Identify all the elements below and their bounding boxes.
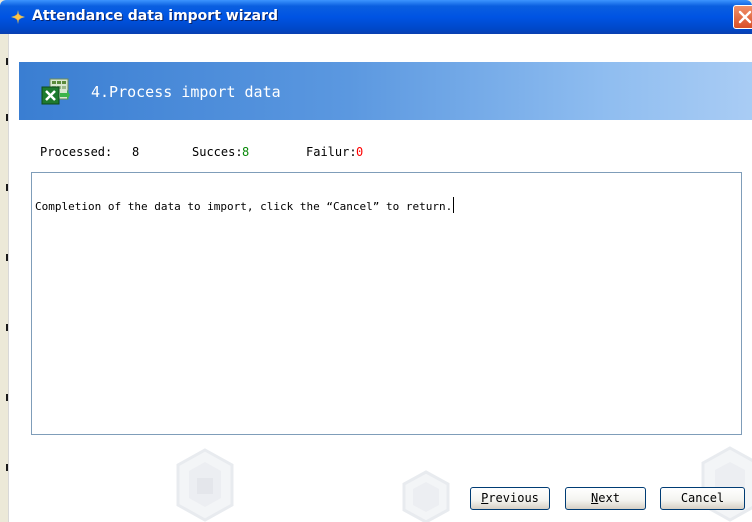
- success-value: 8: [242, 145, 250, 159]
- next-button[interactable]: Next: [565, 487, 646, 510]
- close-button[interactable]: [733, 5, 752, 29]
- import-log-textarea[interactable]: Completion of the data to import, click …: [31, 172, 742, 435]
- failure-label: Failur:: [306, 145, 357, 159]
- close-icon: [738, 10, 752, 24]
- excel-import-icon: [40, 77, 70, 107]
- title-bar[interactable]: Attendance data import wizard: [0, 0, 752, 34]
- log-message-text: Completion of the data to import, click …: [35, 200, 453, 213]
- processed-value: 8: [132, 145, 140, 159]
- window-title: Attendance data import wizard: [32, 8, 279, 24]
- success-label: Succes:: [192, 145, 243, 159]
- import-wizard-window: Attendance data import wizard 4.Process …: [0, 0, 752, 522]
- app-icon: [10, 9, 26, 25]
- next-button-label: Next: [591, 491, 620, 505]
- watermark-hexagon-icon: [176, 448, 234, 522]
- step-title: 4.Process import data: [91, 83, 281, 101]
- watermark-hexagon-icon: [701, 446, 752, 522]
- cancel-button[interactable]: Cancel: [660, 487, 745, 510]
- processed-label: Processed:: [40, 145, 113, 159]
- window-left-border: [0, 34, 8, 522]
- log-message: Completion of the data to import, click …: [35, 197, 455, 213]
- step-header-banner: 4.Process import data: [19, 62, 752, 120]
- previous-button[interactable]: Previous: [470, 487, 550, 510]
- previous-button-label: Previous: [481, 491, 539, 505]
- watermark-hexagon-icon: [402, 470, 450, 522]
- failure-value: 0: [356, 145, 364, 159]
- text-caret: [453, 197, 455, 213]
- cancel-button-label: Cancel: [680, 491, 725, 505]
